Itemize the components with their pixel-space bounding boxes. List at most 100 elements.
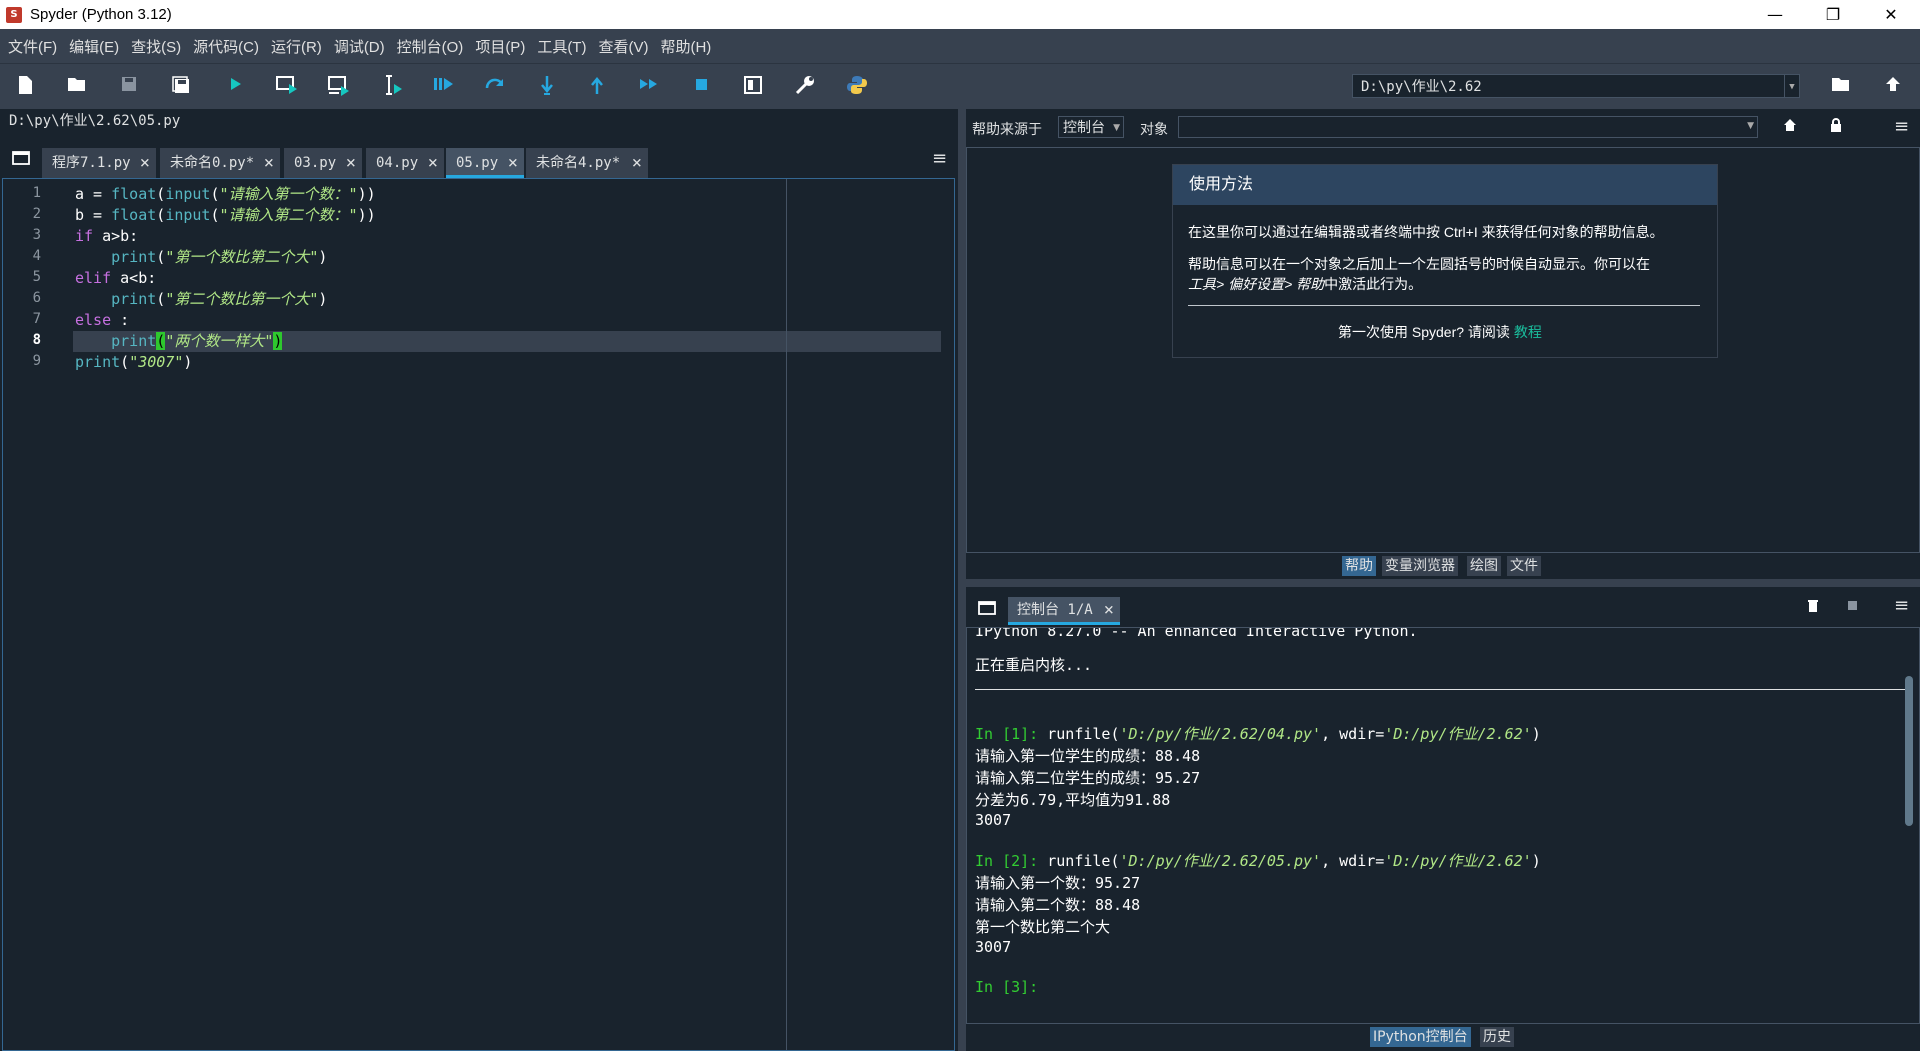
console-output-line: 请输入第二个数：88.48 [975, 896, 1141, 914]
run-selection-icon[interactable] [380, 74, 406, 100]
help-source-label: 帮助来源于 [972, 122, 1042, 138]
help-object-combo[interactable]: ▼ [1178, 116, 1758, 138]
console-output-line: 第一个数比第二个大 [975, 918, 1111, 936]
new-file-icon[interactable] [12, 74, 38, 100]
code-line-2: b = float(input("请输入第二个数：")) [75, 206, 376, 224]
tab-console-1[interactable]: 控制台 1/A × [1008, 597, 1120, 625]
help-source-combo[interactable]: 控制台 ▼ [1058, 116, 1124, 138]
options-menu-icon[interactable]: ≡ [932, 148, 947, 169]
close-icon[interactable]: × [632, 148, 642, 178]
preferences-icon[interactable] [792, 74, 818, 100]
browse-tabs-icon[interactable] [12, 150, 30, 165]
code-line-8: print("两个数一样大") [111, 332, 283, 350]
tab-plots[interactable]: 绘图 [1467, 556, 1501, 576]
run-cell-advance-icon[interactable] [326, 74, 352, 100]
edge-line [786, 179, 787, 1050]
restart-divider [975, 689, 1909, 690]
debug-icon[interactable] [430, 74, 456, 100]
tab-file-6[interactable]: 未命名4.py* × [526, 148, 648, 178]
home-icon[interactable] [1782, 117, 1798, 137]
menu-projects[interactable]: 项目(P) [471, 36, 529, 57]
tutorial-link[interactable]: 教程 [1514, 324, 1542, 340]
tab-history[interactable]: 历史 [1480, 1027, 1514, 1047]
console-options-menu-icon[interactable]: ≡ [1894, 595, 1909, 616]
run-icon[interactable] [222, 74, 248, 100]
console-banner: IPython 8.27.0 -- An enhanced Interactiv… [975, 627, 1418, 640]
restore-button[interactable]: ❐ [1804, 0, 1862, 29]
clear-console-icon[interactable] [1806, 598, 1820, 618]
tab-file-2[interactable]: 未命名0.py* × [160, 148, 280, 178]
open-file-icon[interactable] [64, 74, 90, 100]
lock-icon[interactable] [1828, 117, 1844, 137]
vertical-splitter[interactable] [958, 109, 966, 1051]
close-icon[interactable]: × [508, 148, 518, 178]
spyder-icon: S [6, 6, 22, 23]
working-directory-combo[interactable]: D:\py\作业\2.62 ▼ [1352, 74, 1800, 98]
code-line-5: elif a<b: [75, 269, 157, 287]
tab-file-4[interactable]: 04.py × [366, 148, 444, 178]
tab-file-3[interactable]: 03.py × [284, 148, 362, 178]
code-line-6: print("第二个数比第一个大") [111, 290, 328, 308]
usage-text-2b: 工具> 偏好设置> 帮助中激活此行为。 [1188, 276, 1423, 292]
step-icon[interactable] [482, 74, 508, 100]
editor-tab-bar: 程序7.1.py × 未命名0.py* × 03.py × 04.py × 05.py ×… [0, 134, 958, 178]
python-path-icon[interactable] [844, 74, 870, 100]
usage-text-2a: 帮助信息可以在一个对象之后加上一个左圆括号的时候自动显示。你可以在 [1188, 256, 1650, 272]
code-editor[interactable]: 1 2 3 4 5 6 7 8 9 a = float(input("请输入第一… [2, 178, 955, 1051]
console-scrollbar[interactable] [1905, 636, 1913, 1016]
step-return-icon[interactable] [584, 74, 610, 100]
tab-file-5[interactable]: 05.py × [446, 148, 524, 178]
ipython-console[interactable]: IPython 8.27.0 -- An enhanced Interactiv… [966, 627, 1920, 1024]
usage-text-1: 在这里你可以通过在编辑器或者终端中按 Ctrl+I 来获得任何对象的帮助信息。 [1188, 224, 1664, 240]
console-input-3[interactable]: In [3]: [975, 978, 1047, 996]
stop-icon[interactable] [688, 74, 714, 100]
minimize-button[interactable]: — [1746, 0, 1804, 29]
help-options-menu-icon[interactable]: ≡ [1894, 116, 1909, 137]
menu-bar: 文件(F) 编辑(E) 查找(S) 源代码(C) 运行(R) 调试(D) 控制台… [0, 29, 1920, 63]
console-input-2: In [2]: runfile('D:/py/作业/2.62/05.py', w… [975, 852, 1541, 870]
close-icon[interactable]: × [264, 148, 274, 178]
menu-consoles[interactable]: 控制台(O) [393, 36, 468, 57]
menu-search[interactable]: 查找(S) [127, 36, 185, 57]
top-right-pane-tabs: 帮助 变量浏览器 绘图 文件 [966, 553, 1920, 579]
usage-divider [1188, 305, 1700, 306]
editor-file-path: D:\py\作业\2.62\05.py [0, 109, 967, 134]
tab-files[interactable]: 文件 [1507, 556, 1541, 576]
parent-directory-icon[interactable] [1880, 74, 1906, 100]
browse-directory-icon[interactable] [1828, 74, 1854, 100]
menu-run[interactable]: 运行(R) [267, 36, 326, 57]
interrupt-kernel-icon[interactable] [1848, 601, 1857, 610]
close-icon[interactable]: × [346, 148, 356, 178]
close-icon[interactable]: × [140, 148, 150, 178]
horizontal-splitter[interactable] [966, 579, 1920, 587]
run-cell-icon[interactable] [274, 74, 300, 100]
menu-edit[interactable]: 编辑(E) [65, 36, 123, 57]
tab-variable-explorer[interactable]: 变量浏览器 [1382, 556, 1458, 576]
save-all-icon[interactable] [168, 74, 194, 100]
tab-help[interactable]: 帮助 [1342, 556, 1376, 576]
scrollbar-thumb[interactable] [1905, 676, 1913, 826]
tab-file-1[interactable]: 程序7.1.py × [42, 148, 156, 178]
continue-icon[interactable] [636, 74, 662, 100]
menu-source[interactable]: 源代码(C) [189, 36, 263, 57]
menu-tools[interactable]: 工具(T) [533, 36, 590, 57]
code-line-7: else : [75, 311, 130, 329]
menu-file[interactable]: 文件(F) [4, 36, 61, 57]
browse-tabs-icon[interactable] [978, 600, 996, 619]
step-into-icon[interactable] [534, 74, 560, 100]
bottom-right-pane-tabs: IPython控制台 历史 [966, 1024, 1920, 1051]
save-icon[interactable] [116, 74, 142, 100]
maximize-pane-icon[interactable] [740, 74, 766, 100]
close-button[interactable]: ✕ [1862, 0, 1920, 29]
console-output-line: 请输入第一位学生的成绩：88.48 [975, 747, 1201, 765]
window-title: Spyder (Python 3.12) [30, 6, 172, 23]
close-icon[interactable]: × [1104, 597, 1114, 623]
menu-help[interactable]: 帮助(H) [656, 36, 715, 57]
menu-debug[interactable]: 调试(D) [330, 36, 389, 57]
menu-view[interactable]: 查看(V) [594, 36, 652, 57]
close-icon[interactable]: × [428, 148, 438, 178]
usage-title: 使用方法 [1173, 165, 1717, 205]
tab-ipython-console[interactable]: IPython控制台 [1370, 1027, 1471, 1047]
chevron-down-icon[interactable]: ▼ [1784, 75, 1799, 97]
chevron-down-icon: ▼ [1113, 123, 1120, 133]
